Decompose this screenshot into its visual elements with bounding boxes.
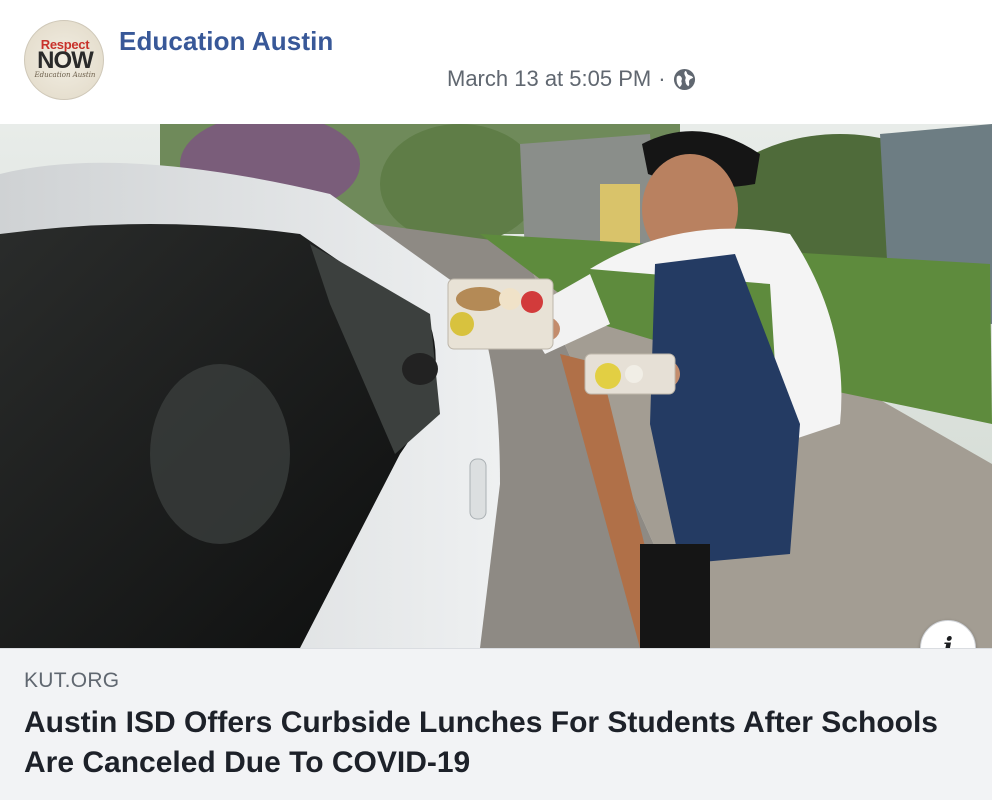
link-domain: KUT.ORG bbox=[24, 669, 120, 692]
link-preview-image[interactable] bbox=[0, 124, 992, 648]
avatar-logo-line3: Education Austin bbox=[34, 71, 96, 79]
avatar-logo-line2: NOW bbox=[37, 47, 94, 74]
post-header: Respect NOW Education Austin Education A… bbox=[0, 0, 992, 124]
page-name-link[interactable]: Education Austin bbox=[119, 26, 333, 57]
link-preview-card[interactable]: KUT.ORG Austin ISD Offers Curbside Lunch… bbox=[0, 648, 992, 800]
photo-illustration bbox=[0, 124, 992, 648]
page-avatar[interactable]: Respect NOW Education Austin bbox=[24, 20, 104, 100]
meta-separator: · bbox=[658, 66, 666, 91]
link-headline[interactable]: Austin ISD Offers Curbside Lunches For S… bbox=[24, 703, 954, 783]
post-meta: March 13 at 5:05 PM · bbox=[447, 66, 696, 92]
globe-icon[interactable] bbox=[673, 68, 696, 91]
avatar-logo: Respect NOW Education Austin bbox=[25, 38, 103, 80]
post-timestamp[interactable]: March 13 at 5:05 PM bbox=[447, 66, 651, 92]
